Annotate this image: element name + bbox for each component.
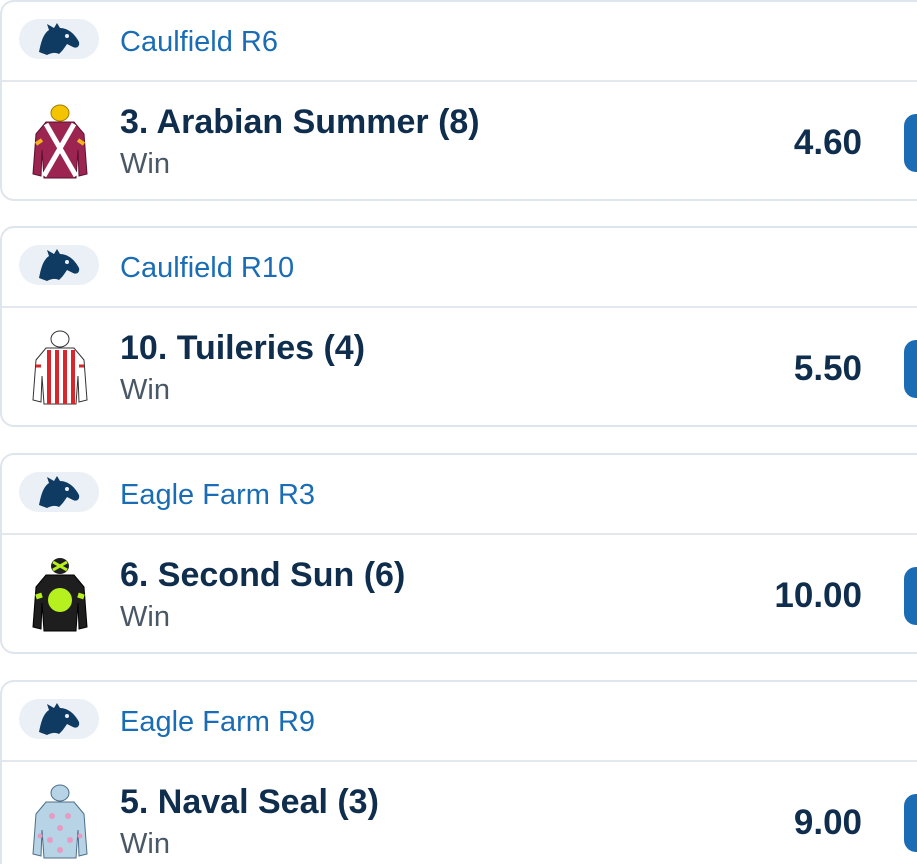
race-name[interactable]: Caulfield R10 xyxy=(120,251,294,285)
runner-name: 5. Naval Seal (3) xyxy=(120,783,379,821)
race-header: Eagle Farm R9 xyxy=(2,682,917,762)
runner-name: 10. Tuileries (4) xyxy=(120,329,366,367)
black-lime-spot-silk-icon xyxy=(32,553,88,633)
red-white-stripes-silk-icon xyxy=(32,326,88,406)
bet-type-label: Win xyxy=(120,828,170,860)
race-name[interactable]: Eagle Farm R3 xyxy=(120,478,315,512)
horse-head-icon xyxy=(19,245,99,285)
runner-name: 6. Second Sun (6) xyxy=(120,556,406,594)
horse-head-icon xyxy=(19,699,99,739)
maroon-white-cross-silk-icon xyxy=(32,100,88,180)
bet-type-label: Win xyxy=(120,601,170,633)
race-header: Caulfield R10 xyxy=(2,228,917,308)
selection-card[interactable]: Eagle Farm R9 5. Naval Seal (3) Win 9.00 xyxy=(0,680,917,864)
place-bet-button[interactable] xyxy=(904,114,917,172)
race-header: Eagle Farm R3 xyxy=(2,455,917,535)
race-name[interactable]: Caulfield R6 xyxy=(120,25,278,59)
odds-value: 9.00 xyxy=(793,803,862,842)
race-name[interactable]: Eagle Farm R9 xyxy=(120,705,315,739)
place-bet-button[interactable] xyxy=(904,794,917,852)
bet-selection-list: Caulfield R6 3. Arabian Summer (8) Win 4… xyxy=(0,0,917,864)
odds-value: 4.60 xyxy=(793,123,862,162)
bet-type-label: Win xyxy=(120,374,170,406)
selection-card[interactable]: Eagle Farm R3 6. Second Sun (6) Win 10.0… xyxy=(0,453,917,654)
selection-card[interactable]: Caulfield R6 3. Arabian Summer (8) Win 4… xyxy=(0,0,917,201)
horse-head-icon xyxy=(19,472,99,512)
odds-value: 5.50 xyxy=(793,349,862,388)
bet-type-label: Win xyxy=(120,148,170,180)
runner-name: 3. Arabian Summer (8) xyxy=(120,103,480,141)
horse-head-icon xyxy=(19,19,99,59)
place-bet-button[interactable] xyxy=(904,340,917,398)
race-header: Caulfield R6 xyxy=(2,2,917,82)
odds-value: 10.00 xyxy=(774,576,862,615)
place-bet-button[interactable] xyxy=(904,567,917,625)
selection-card[interactable]: Caulfield R10 10. Tuileries (4) Win 5.50 xyxy=(0,226,917,427)
pale-blue-pink-spots-silk-icon xyxy=(32,780,88,860)
